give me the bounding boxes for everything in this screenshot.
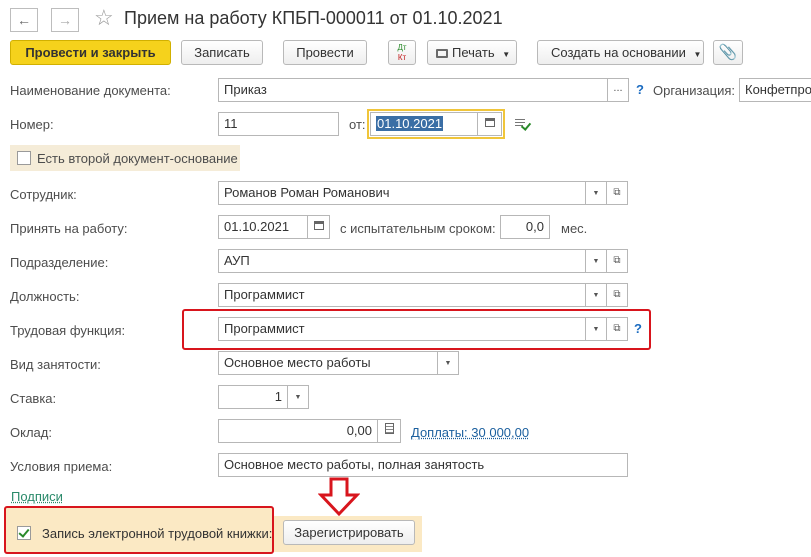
- arrow-down-icon: [318, 477, 360, 517]
- calculator-button[interactable]: [377, 419, 401, 443]
- save-button[interactable]: Записать: [181, 40, 263, 65]
- caret-down-icon: ▼: [592, 258, 600, 265]
- from-label: от:: [349, 117, 366, 132]
- labor-function-open-button[interactable]: ⧉: [606, 317, 628, 341]
- back-button[interactable]: ←: [10, 8, 38, 32]
- open-window-icon: ⧉: [613, 255, 621, 266]
- employment-type-field[interactable]: Основное место работы: [218, 351, 438, 375]
- rate-dropdown-button[interactable]: ▼: [287, 385, 309, 409]
- calculator-icon: [384, 423, 394, 434]
- caret-down-icon: ▼: [444, 360, 452, 367]
- employment-type-label: Вид занятости:: [10, 357, 101, 372]
- checkmark-icon: [18, 526, 30, 538]
- employee-open-button[interactable]: ⧉: [606, 181, 628, 205]
- dt-label: Дт: [397, 43, 407, 52]
- doc-name-label: Наименование документа:: [10, 83, 171, 98]
- second-doc-checkbox[interactable]: [17, 151, 31, 165]
- date-field[interactable]: 01.10.2021: [370, 112, 478, 136]
- calendar-icon: [313, 221, 324, 230]
- trial-label: с испытательным сроком:: [340, 221, 496, 236]
- help-icon[interactable]: ?: [636, 82, 644, 97]
- date-picker-button[interactable]: [477, 112, 502, 136]
- register-button[interactable]: Зарегистрировать: [283, 520, 415, 545]
- position-field[interactable]: Программист: [218, 283, 587, 307]
- employee-dropdown-button[interactable]: ▼: [585, 181, 607, 205]
- caret-down-icon: ▼: [592, 326, 600, 333]
- trial-field[interactable]: 0,0: [500, 215, 550, 239]
- printer-icon: [436, 49, 448, 58]
- rate-field[interactable]: 1: [218, 385, 288, 409]
- open-window-icon: ⧉: [613, 289, 621, 300]
- hire-date-field[interactable]: 01.10.2021: [218, 215, 308, 239]
- rate-label: Ставка:: [10, 391, 57, 406]
- employment-type-dropdown-button[interactable]: ▼: [437, 351, 459, 375]
- department-dropdown-button[interactable]: ▼: [585, 249, 607, 273]
- arrow-right-icon: →: [58, 12, 72, 28]
- print-label: Печать: [452, 45, 495, 60]
- e-record-checkbox[interactable]: [17, 526, 31, 540]
- open-window-icon: ⧉: [613, 187, 621, 198]
- create-based-label: Создать на основании: [551, 45, 686, 60]
- help-icon[interactable]: ?: [634, 321, 642, 336]
- star-icon[interactable]: ☆: [94, 6, 114, 30]
- labor-function-label: Трудовая функция:: [10, 323, 126, 338]
- number-field[interactable]: 11: [218, 112, 339, 136]
- labor-function-dropdown-button[interactable]: ▼: [585, 317, 607, 341]
- conditions-label: Условия приема:: [10, 459, 113, 474]
- organization-label: Организация:: [653, 83, 736, 98]
- window-title: Прием на работу КПБП-000011 от 01.10.202…: [124, 8, 503, 28]
- post-button[interactable]: Провести: [283, 40, 367, 65]
- doc-name-select-button[interactable]: ...: [607, 78, 629, 102]
- salary-label: Оклад:: [10, 425, 52, 440]
- e-record-label: Запись электронной трудовой книжки:: [42, 526, 273, 541]
- position-dropdown-button[interactable]: ▼: [585, 283, 607, 307]
- organization-field[interactable]: Конфетпром: [739, 78, 811, 102]
- attachment-button[interactable]: 📎: [713, 40, 743, 65]
- signatures-link[interactable]: Подписи: [11, 489, 63, 504]
- allowances-link[interactable]: Доплаты: 30 000,00: [411, 425, 529, 440]
- print-button[interactable]: Печать ▼: [427, 40, 517, 65]
- paperclip-icon: 📎: [718, 44, 738, 61]
- second-doc-label: Есть второй документ-основание: [37, 151, 238, 166]
- department-label: Подразделение:: [10, 255, 109, 270]
- trial-unit-label: мес.: [561, 221, 588, 236]
- caret-down-icon: ▼: [592, 190, 600, 197]
- labor-function-field[interactable]: Программист: [218, 317, 587, 341]
- note-check-icon[interactable]: [515, 118, 532, 131]
- employee-label: Сотрудник:: [10, 187, 77, 202]
- caret-down-icon: ▼: [294, 394, 302, 401]
- caret-down-icon: ▼: [592, 292, 600, 299]
- arrow-left-icon: ←: [17, 12, 31, 28]
- create-based-on-button[interactable]: Создать на основании ▼: [537, 40, 704, 65]
- forward-button[interactable]: →: [51, 8, 79, 32]
- caret-down-icon: ▼: [502, 50, 511, 59]
- date-value: 01.10.2021: [376, 116, 444, 131]
- department-open-button[interactable]: ⧉: [606, 249, 628, 273]
- doc-name-field[interactable]: Приказ: [218, 78, 608, 102]
- department-field[interactable]: АУП: [218, 249, 587, 273]
- open-window-icon: ⧉: [613, 323, 621, 334]
- number-label: Номер:: [10, 117, 54, 132]
- dt-kt-button[interactable]: Дт Кт: [388, 40, 416, 65]
- salary-field[interactable]: 0,00: [218, 419, 378, 443]
- employee-field[interactable]: Романов Роман Романович: [218, 181, 587, 205]
- hire-date-label: Принять на работу:: [10, 221, 128, 236]
- hire-date-picker-button[interactable]: [307, 215, 330, 239]
- conditions-field[interactable]: Основное место работы, полная занятость: [218, 453, 628, 477]
- position-label: Должность:: [10, 289, 80, 304]
- post-and-close-button[interactable]: Провести и закрыть: [10, 40, 171, 65]
- calendar-icon: [484, 118, 495, 127]
- kt-label: Кт: [397, 53, 407, 62]
- position-open-button[interactable]: ⧉: [606, 283, 628, 307]
- caret-down-icon: ▼: [693, 50, 702, 59]
